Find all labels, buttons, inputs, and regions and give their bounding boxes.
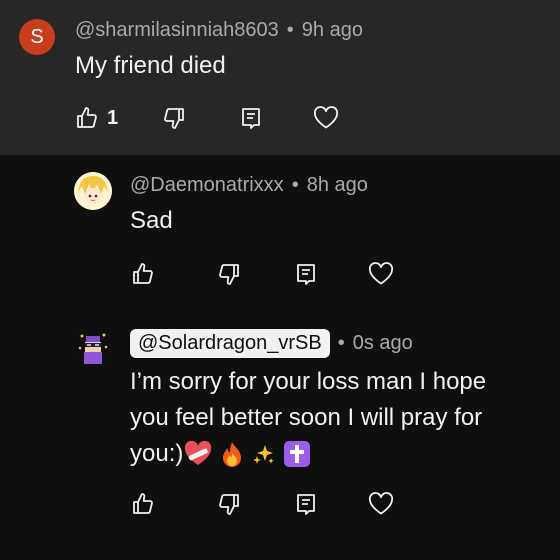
dislike-button[interactable] [217, 492, 241, 516]
avatar[interactable]: S [19, 19, 55, 55]
reply-comment-icon [242, 108, 260, 129]
avatar[interactable] [74, 328, 112, 366]
latin-cross-emoji-icon [284, 441, 311, 467]
comment-text: Sad [130, 207, 173, 234]
thumbs-down-icon [219, 264, 239, 285]
heart-icon [368, 492, 394, 515]
comment-meta: @sharmilasinniah8603 • 9h ago [75, 19, 363, 42]
heart-with-bandage-emoji-icon [185, 441, 212, 465]
fire-emoji-icon [223, 442, 242, 467]
comment-text-line: I’m sorry for your loss man I hope [130, 368, 487, 395]
thumbs-up-icon [133, 263, 153, 284]
timestamp: 8h ago [306, 174, 368, 196]
reply-button[interactable] [239, 106, 263, 130]
pixel-character-avatar-icon [74, 328, 112, 366]
like-button[interactable] [131, 262, 155, 286]
author-handle[interactable]: @Daemonatrixxx [130, 174, 284, 197]
thumbs-up-icon [133, 493, 153, 514]
thumbs-up-icon [77, 107, 97, 128]
avatar-letter: S [30, 25, 44, 48]
timestamp: 0s ago [352, 332, 413, 354]
heart-button[interactable] [368, 492, 394, 516]
heart-button[interactable] [368, 262, 394, 286]
reply-comment-icon [297, 494, 315, 515]
like-button[interactable]: 1 [75, 106, 118, 130]
parent-comment: S @sharmilasinniah8603 • 9h ago My frien… [0, 0, 560, 155]
reply-comment-icon [297, 264, 315, 285]
meta-separator: • [291, 174, 299, 196]
dislike-button[interactable] [217, 262, 241, 286]
comment-text-line: you:) [130, 436, 486, 472]
heart-button[interactable] [313, 106, 339, 130]
comment-text-line: you feel better soon I will pray for [130, 404, 483, 431]
anime-avatar-icon [74, 172, 112, 210]
like-count: 1 [107, 106, 119, 129]
dislike-button[interactable] [162, 106, 186, 130]
sparkles-emoji-icon [253, 445, 275, 464]
author-handle[interactable]: @sharmilasinniah8603 [75, 19, 279, 42]
meta-separator: • [286, 19, 294, 41]
comment-text: I’m sorry for your loss man I hope you f… [130, 364, 486, 472]
comment-text: My friend died [75, 52, 226, 79]
thumbs-down-icon [219, 494, 239, 515]
avatar[interactable] [74, 172, 112, 210]
author-handle-highlighted[interactable]: @Solardragon_vrSB [130, 329, 330, 358]
heart-icon [313, 106, 339, 129]
heart-icon [368, 262, 394, 285]
reply-button[interactable] [294, 492, 318, 516]
like-button[interactable] [131, 492, 155, 516]
comment-text-fragment: you:) [130, 440, 184, 467]
timestamp: 9h ago [301, 19, 363, 41]
meta-separator: • [337, 332, 345, 354]
comment-meta: @Solardragon_vrSB • 0s ago [130, 329, 413, 358]
thumbs-down-icon [164, 108, 184, 129]
comment-meta: @Daemonatrixxx • 8h ago [130, 174, 368, 197]
reply-button[interactable] [294, 262, 318, 286]
